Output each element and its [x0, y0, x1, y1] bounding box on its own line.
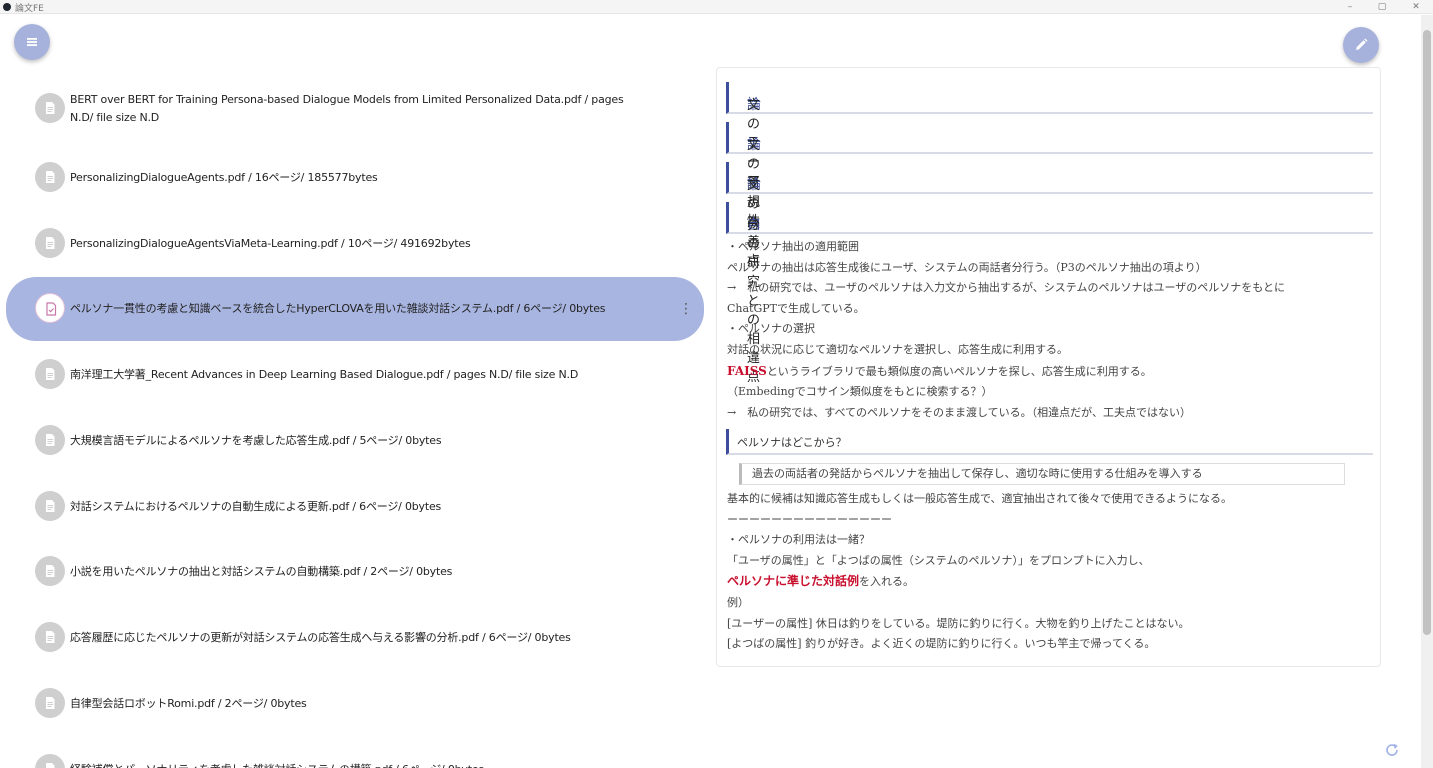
- quote-block: 過去の両話者の発話からペルソナを抽出して保存し、適切な時に使用する仕組みを導入す…: [739, 463, 1345, 485]
- file-list-item-label: 小説を用いたペルソナの抽出と対話システムの自動構築.pdf / 2ページ/ 0b…: [70, 565, 453, 578]
- refresh-icon[interactable]: [1384, 742, 1400, 758]
- window-title: 論文FE: [15, 4, 44, 14]
- note-line-persona: ペルソナに準じた対話例を入れる。: [727, 574, 915, 589]
- note-line: ペルソナの抽出は応答生成後にユーザ、システムの両話者分行う。（P3のペルソナ抽出…: [727, 260, 1207, 274]
- section-heading-novelty: 論文の新規性: [726, 122, 1373, 229]
- section-heading-differences: 自分の研究との相違点: [726, 202, 1373, 385]
- file-list-item[interactable]: 大規模言語モデルによるペルソナを考慮した応答生成.pdf / 5ページ/ 0by…: [6, 409, 704, 473]
- section-heading-improvements: 論文の改善点: [726, 162, 1373, 269]
- scrollbar-thumb[interactable]: [1423, 30, 1431, 635]
- document-check-icon: [35, 293, 65, 323]
- minimize-button[interactable]: –: [1340, 0, 1360, 14]
- note-line: （Embedingでコサイン類似度をもとに検索する？）: [727, 385, 993, 399]
- note-line: 対話の状況に応じて適切なペルソナを選択し、応答生成に利用する。: [727, 342, 1068, 356]
- document-icon: [35, 359, 65, 389]
- note-line: → 私の研究では、ユーザのペルソナは入力文から抽出するが、システムのペルソナはユ…: [727, 281, 1286, 295]
- more-options-icon[interactable]: ⋮: [679, 299, 693, 319]
- highlight-faiss: FAISS: [727, 363, 767, 378]
- file-list-item-label: PersonalizingDialogueAgents.pdf / 16ページ/…: [70, 171, 378, 184]
- note-line: ・ペルソナの利用法は一緒？: [727, 533, 870, 547]
- notes-block-2: 基本的に候補は知識応答生成もしくは一般応答生成で、適宜抽出されて後々で使用できる…: [727, 489, 1367, 655]
- document-icon: [35, 556, 65, 586]
- file-list-item[interactable]: 小説を用いたペルソナの抽出と対話システムの自動構築.pdf / 2ページ/ 0b…: [6, 540, 704, 604]
- file-list-item-label: 応答履歴に応じたペルソナの更新が対話システムの応答生成へ与える影響の分析.pdf…: [70, 631, 571, 644]
- file-list-item-label: 大規模言語モデルによるペルソナを考慮した応答生成.pdf / 5ページ/ 0by…: [70, 434, 442, 447]
- note-line: ・ペルソナ抽出の適用範囲: [727, 240, 859, 253]
- document-icon: [35, 162, 65, 192]
- file-list-item[interactable]: 対話システムにおけるペルソナの自動生成による更新.pdf / 6ページ/ 0by…: [6, 475, 704, 539]
- note-line: 例）: [727, 595, 749, 609]
- note-line: [よつばの属性] 釣りが好き。よく近くの堤防に釣りに行く。いつも竿主で帰ってくる…: [727, 637, 1156, 651]
- file-list-item[interactable]: 南洋理工大学著_Recent Advances in Deep Learning…: [6, 343, 704, 407]
- file-list-item-label: BERT over BERT for Training Persona-base…: [70, 93, 624, 124]
- document-icon: [35, 228, 65, 258]
- note-line: ーーーーーーーーーーーーーーー: [727, 512, 892, 526]
- highlight-persona-example: ペルソナに準じた対話例: [727, 574, 860, 589]
- note-line: 「ユーザの属性」と「よつばの属性（システムのペルソナ）」をプロンプトに入力し、: [727, 553, 1150, 567]
- file-list-item-label: 自律型会話ロボットRomi.pdf / 2ページ/ 0bytes: [70, 697, 307, 710]
- note-line: 基本的に候補は知識応答生成もしくは一般応答生成で、適宜抽出されて後々で使用できる…: [727, 492, 1233, 505]
- file-list-item[interactable]: 応答履歴に応じたペルソナの更新が対話システムの応答生成へ与える影響の分析.pdf…: [6, 606, 704, 670]
- note-line: [ユーザーの属性] 休日は釣りをしている。堤防に釣りに行く。大物を釣り上げたこと…: [727, 616, 1190, 630]
- file-list-item-label: 対話システムにおけるペルソナの自動生成による更新.pdf / 6ページ/ 0by…: [70, 500, 442, 513]
- file-list-item-label: 経験補償とパーソナリティを考慮した雑談対話システムの構築.pdf / 6ページ/…: [70, 761, 630, 768]
- file-list-item[interactable]: 自律型会話ロボットRomi.pdf / 2ページ/ 0bytes: [6, 672, 704, 736]
- note-line-faiss: FAISSというライブラリで最も類似度の高いペルソナを探し、応答生成に利用する。: [727, 363, 1152, 378]
- file-list-item[interactable]: PersonalizingDialogueAgents.pdf / 16ページ/…: [6, 146, 704, 210]
- file-list-item[interactable]: ペルソナ一貫性の考慮と知識ベースを統合したHyperCLOVAを用いた雑談対話シ…: [6, 277, 704, 341]
- notes-block-1: ・ペルソナ抽出の適用範囲 ペルソナの抽出は応答生成後にユーザ、システムの両話者分…: [727, 237, 1367, 423]
- note-line: ChatGPTで生成している。: [727, 301, 865, 315]
- file-list-item[interactable]: 経験補償とパーソナリティを考慮した雑談対話システムの構築.pdf / 6ページ/…: [6, 738, 704, 768]
- summary-panel: 論文のテーマ 論文の新規性 論文の改善点 自分の研究との相違点 ・ペルソナ抽出の…: [716, 67, 1381, 667]
- section-heading-theme: 論文のテーマ: [726, 82, 1373, 189]
- menu-icon: [27, 38, 37, 46]
- edit-button[interactable]: [1343, 27, 1379, 63]
- document-icon: [35, 93, 65, 123]
- sub-heading-persona-source: ペルソナはどこから？: [726, 429, 1373, 455]
- document-icon: [35, 754, 65, 768]
- file-list-item[interactable]: PersonalizingDialogueAgentsViaMeta-Learn…: [6, 212, 704, 276]
- menu-button[interactable]: [14, 24, 50, 60]
- close-button[interactable]: ✕: [1406, 0, 1426, 14]
- title-bar: 論文FE – ▢ ✕: [0, 0, 1433, 14]
- file-list-item-label: 南洋理工大学著_Recent Advances in Deep Learning…: [70, 368, 579, 381]
- note-line: ・ペルソナの選択: [727, 322, 815, 336]
- file-list: BERT over BERT for Training Persona-base…: [0, 70, 712, 768]
- document-icon: [35, 491, 65, 521]
- file-list-item[interactable]: BERT over BERT for Training Persona-base…: [6, 77, 704, 141]
- file-list-item-label: ペルソナ一貫性の考慮と知識ベースを統合したHyperCLOVAを用いた雑談対話シ…: [70, 302, 606, 315]
- pencil-icon: [1356, 38, 1368, 50]
- app-logo-icon: [3, 3, 11, 11]
- note-line: → 私の研究では、すべてのペルソナをそのまま渡している。（相違点だが、工夫点では…: [727, 405, 1191, 419]
- document-icon: [35, 425, 65, 455]
- maximize-button[interactable]: ▢: [1372, 0, 1392, 14]
- document-icon: [35, 622, 65, 652]
- file-list-item-label: PersonalizingDialogueAgentsViaMeta-Learn…: [70, 237, 471, 250]
- page-scrollbar[interactable]: [1421, 15, 1433, 768]
- document-icon: [35, 688, 65, 718]
